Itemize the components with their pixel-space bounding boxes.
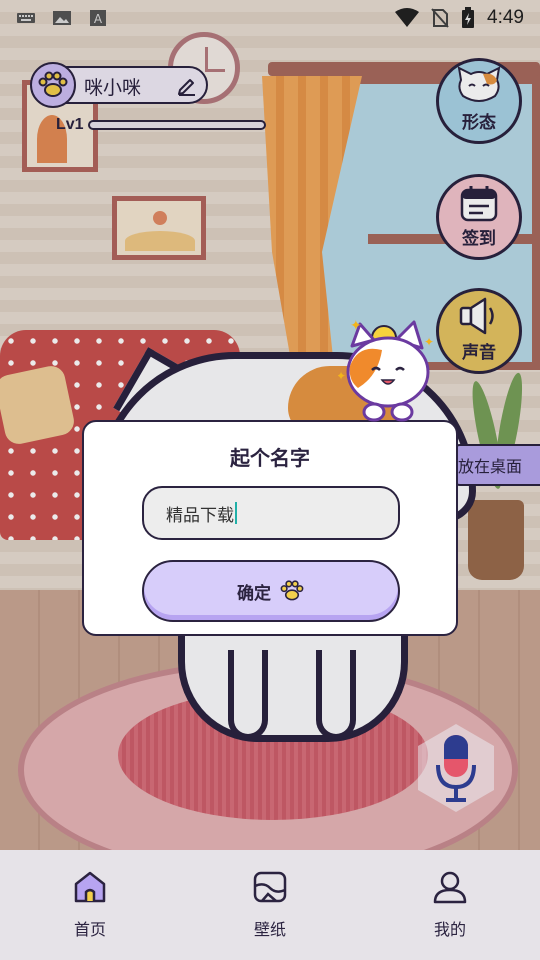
confirm-button-label: 确定 — [237, 583, 271, 604]
nav-item-home[interactable]: 首页 — [0, 850, 180, 960]
profile-icon — [433, 871, 467, 904]
text-caret — [235, 502, 237, 524]
home-icon — [74, 871, 106, 903]
name-input[interactable]: 精品下载 — [142, 486, 400, 540]
wallpaper-icon — [253, 871, 287, 903]
nav-label-home: 首页 — [73, 920, 106, 939]
svg-text:✦: ✦ — [350, 318, 362, 334]
name-input-value: 精品下载 — [166, 505, 234, 526]
paw-icon — [280, 580, 304, 601]
microphone-icon — [436, 735, 476, 802]
svg-text:✦: ✦ — [424, 335, 434, 349]
name-dialog: 起个名字 精品下载 确定 — [82, 420, 458, 636]
bottom-navigation: 首页 壁纸 我的 — [0, 850, 540, 960]
cat-mascot-icon: ✦ ✦ ✦ — [338, 318, 434, 422]
confirm-button[interactable]: 确定 — [142, 560, 400, 622]
nav-label-wallpaper: 壁纸 — [253, 920, 286, 939]
nav-item-mine[interactable]: 我的 — [360, 850, 540, 960]
nav-label-mine: 我的 — [433, 920, 466, 939]
dialog-title: 起个名字 — [230, 446, 310, 470]
svg-text:✦: ✦ — [338, 369, 346, 383]
nav-item-wallpaper[interactable]: 壁纸 — [180, 850, 360, 960]
